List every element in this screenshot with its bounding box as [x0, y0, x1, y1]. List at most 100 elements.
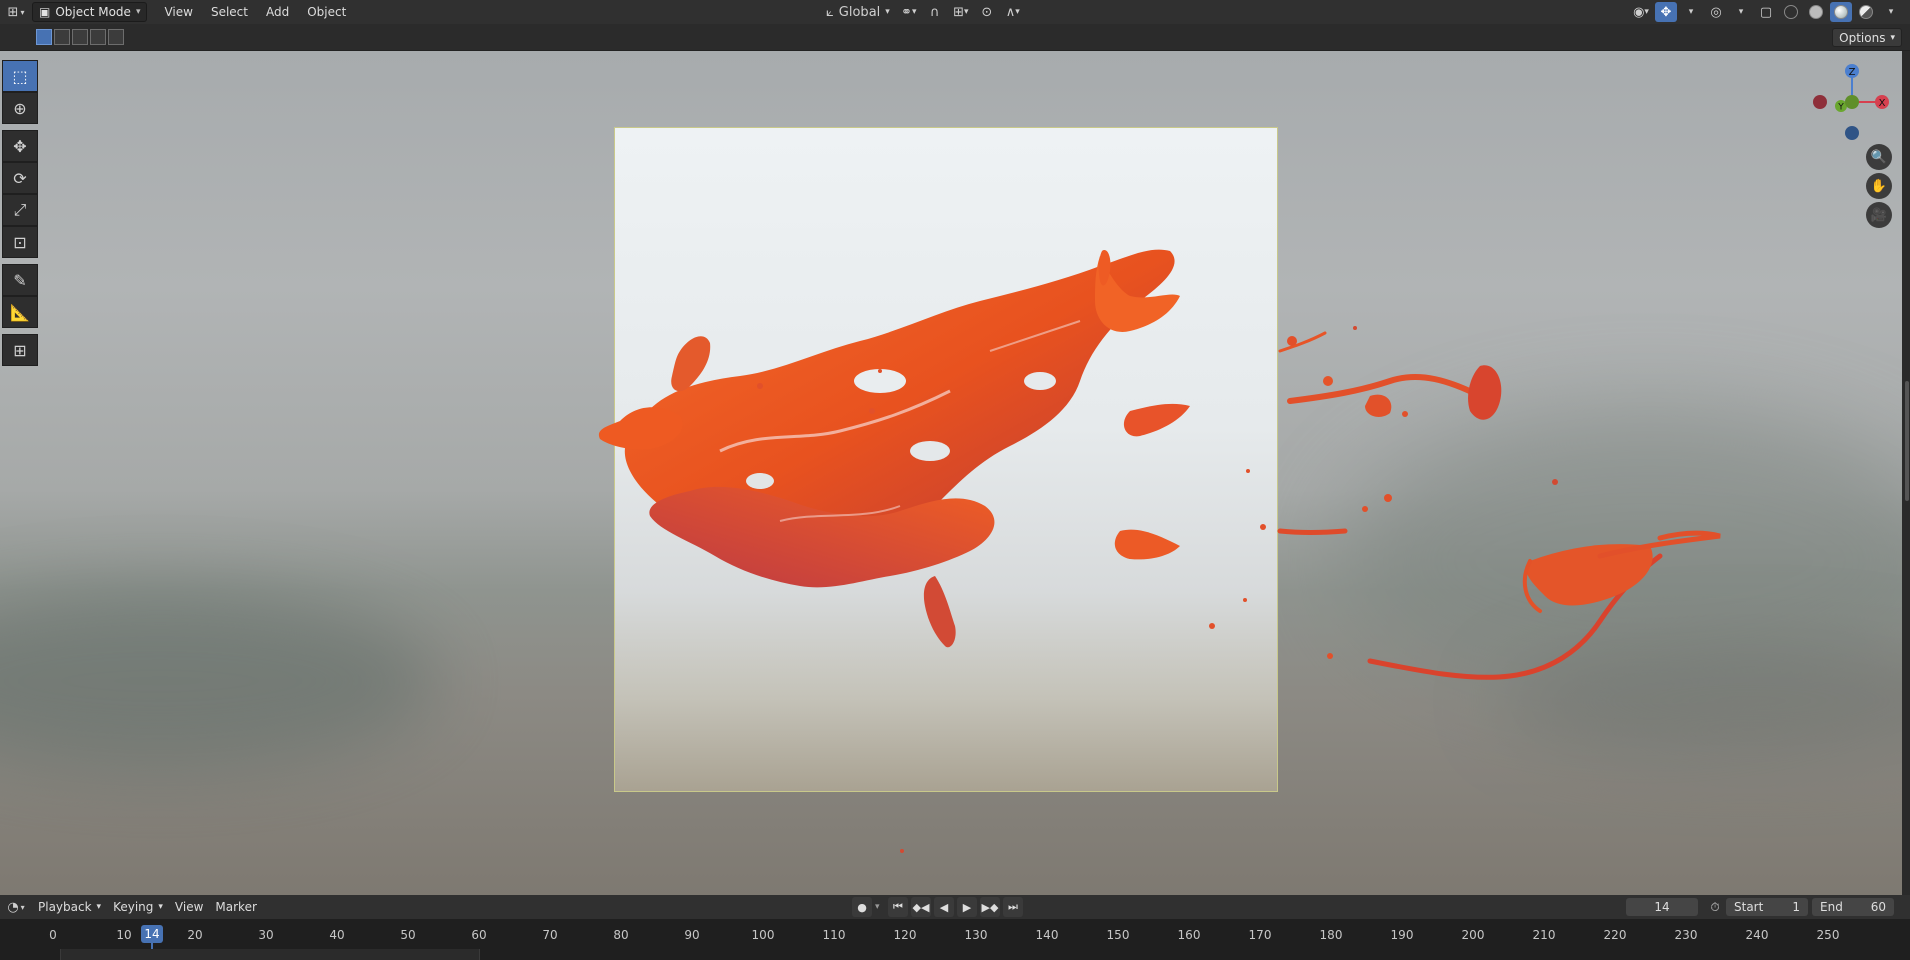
shading-rendered[interactable]: [1855, 2, 1877, 22]
proportional-edit-toggle[interactable]: ⊙: [976, 2, 998, 22]
orientation-dropdown[interactable]: ⟀ Global ▾: [822, 2, 894, 22]
gizmo-neg-z-handle[interactable]: [1845, 126, 1859, 140]
shading-material[interactable]: [1830, 2, 1852, 22]
viewport-scrollbar[interactable]: [1902, 51, 1910, 895]
tick-label: 110: [822, 928, 846, 942]
pivot-icon: ⚭: [901, 4, 912, 20]
current-frame-field[interactable]: 14: [1626, 898, 1698, 916]
measure-icon: 📐: [10, 302, 30, 322]
jump-start-button[interactable]: ⏮: [888, 897, 908, 917]
tool-annotate[interactable]: ✎: [2, 264, 38, 296]
scrollbar-thumb[interactable]: [1905, 381, 1909, 501]
start-frame-field[interactable]: Start 1: [1726, 898, 1808, 916]
tool-cursor[interactable]: ⊕: [2, 92, 38, 124]
timeline-editor-type-button[interactable]: ◔ ▾: [0, 896, 32, 918]
splash-tendril: [1468, 365, 1502, 420]
chevron-down-icon: ▾: [96, 902, 102, 912]
tool-settings-strip: Options ▾: [0, 24, 1910, 51]
transform-icon: ⊡: [13, 232, 27, 252]
tool-add-cube[interactable]: ⊞: [2, 334, 38, 366]
chevron-down-icon: ▾: [1890, 32, 1895, 43]
overlay-dropdown[interactable]: ▾: [1730, 2, 1752, 22]
menu-add[interactable]: Add: [257, 5, 298, 19]
play-reverse-icon: ◀: [939, 900, 949, 914]
tick-label: 70: [542, 928, 558, 942]
rotate-icon: ⟳: [13, 168, 27, 188]
marker-menu[interactable]: Marker: [209, 897, 262, 917]
gizmo-toggle[interactable]: ✥: [1655, 2, 1677, 22]
keying-menu[interactable]: Keying ▾: [107, 897, 169, 917]
scale-icon: ⤢: [13, 200, 27, 219]
playback-label: Playback: [38, 900, 92, 914]
mode-dropdown[interactable]: ▣ Object Mode ▾: [32, 2, 148, 22]
play-button[interactable]: ▶: [957, 897, 977, 917]
playback-menu[interactable]: Playback ▾: [32, 897, 107, 917]
tool-transform[interactable]: ⊡: [2, 226, 38, 258]
end-frame-field[interactable]: End 60: [1812, 898, 1894, 916]
pan-view-button[interactable]: ✋: [1866, 173, 1892, 199]
frame-ruler[interactable]: 0 10 20 30 40 50 60 70 80 90 100 110 120…: [0, 919, 1910, 960]
eye-icon: ◉: [1633, 4, 1645, 20]
select-new-button[interactable]: [36, 29, 52, 45]
tool-scale[interactable]: ⤢: [2, 194, 38, 226]
splash-tendril: [1287, 373, 1483, 404]
zoom-view-button[interactable]: 🔍: [1866, 144, 1892, 170]
chevron-down-icon[interactable]: ▾: [875, 902, 885, 912]
play-reverse-button[interactable]: ◀: [934, 897, 954, 917]
menu-view[interactable]: View: [155, 5, 201, 19]
shading-solid[interactable]: [1805, 2, 1827, 22]
menu-select[interactable]: Select: [202, 5, 257, 19]
timeline-view-menu[interactable]: View: [169, 897, 209, 917]
gizmo-dropdown[interactable]: ▾: [1680, 2, 1702, 22]
select-invert-button[interactable]: [90, 29, 106, 45]
gizmo-x-label: X: [1879, 98, 1886, 109]
overlay-toggle[interactable]: ◎: [1705, 2, 1727, 22]
tool-rotate[interactable]: ⟳: [2, 162, 38, 194]
tick-label: 100: [751, 928, 775, 942]
auto-keying-toggle[interactable]: ●: [852, 897, 872, 917]
shading-dropdown[interactable]: ▾: [1880, 2, 1902, 22]
tick-label: 200: [1461, 928, 1485, 942]
preview-range-toggle[interactable]: ⏱: [1706, 898, 1724, 916]
splash-droplet: [1353, 326, 1357, 330]
tool-measure[interactable]: 📐: [2, 296, 38, 328]
falloff-button[interactable]: ∧ ▾: [1002, 2, 1024, 22]
material-shading-icon: [1834, 5, 1848, 19]
camera-frame: [614, 127, 1278, 792]
tool-select-box[interactable]: ⬚: [2, 60, 38, 92]
record-icon: ●: [857, 900, 867, 914]
menu-object[interactable]: Object: [298, 5, 355, 19]
tick-label: 40: [329, 928, 345, 942]
snap-toggle[interactable]: ∩: [924, 2, 946, 22]
options-dropdown[interactable]: Options ▾: [1832, 28, 1902, 47]
tick-label: 170: [1248, 928, 1272, 942]
select-box-icon: ⬚: [12, 66, 28, 86]
shading-wireframe[interactable]: [1780, 2, 1802, 22]
gizmo-icon: ✥: [1660, 4, 1672, 20]
timeline-editor: ◔ ▾ Playback ▾ Keying ▾ View Marker ● ▾ ⏮ ◆…: [0, 895, 1910, 960]
cursor-icon: ⊕: [13, 98, 27, 118]
jump-prev-keyframe-button[interactable]: ◆◀: [911, 897, 931, 917]
camera-view-button[interactable]: 🎥: [1866, 202, 1892, 228]
gizmo-neg-x-handle[interactable]: [1813, 95, 1827, 109]
playhead-frame-label[interactable]: 14: [141, 925, 163, 943]
end-value: 60: [1870, 900, 1886, 914]
jump-end-button[interactable]: ⏭: [1003, 897, 1023, 917]
tool-move[interactable]: ✥: [2, 130, 38, 162]
camera-icon: 🎥: [1870, 207, 1888, 223]
select-intersect-button[interactable]: [108, 29, 124, 45]
next-keyframe-icon: ▶◆: [981, 900, 999, 914]
background-fog: [0, 591, 440, 771]
pivot-point-button[interactable]: ⚭ ▾: [898, 2, 920, 22]
xray-toggle[interactable]: ▢: [1755, 2, 1777, 22]
visibility-button[interactable]: ◉ ▾: [1630, 2, 1652, 22]
select-extend-button[interactable]: [54, 29, 70, 45]
select-subtract-button[interactable]: [72, 29, 88, 45]
jump-next-keyframe-button[interactable]: ▶◆: [980, 897, 1000, 917]
snap-target-button[interactable]: ⊞ ▾: [950, 2, 972, 22]
timeline-header: ◔ ▾ Playback ▾ Keying ▾ View Marker ● ▾ ⏮ ◆…: [0, 895, 1910, 919]
editor-type-button[interactable]: ⊞ ▾: [0, 1, 32, 23]
navigation-gizmo[interactable]: Z X Y: [1812, 62, 1892, 142]
rendered-shading-icon: [1859, 5, 1873, 19]
3d-viewport[interactable]: ⬚ ⊕ ✥ ⟳ ⤢ ⊡ ✎ 📐 ⊞ Z X Y 🔍 ✋ 🎥: [0, 51, 1902, 895]
